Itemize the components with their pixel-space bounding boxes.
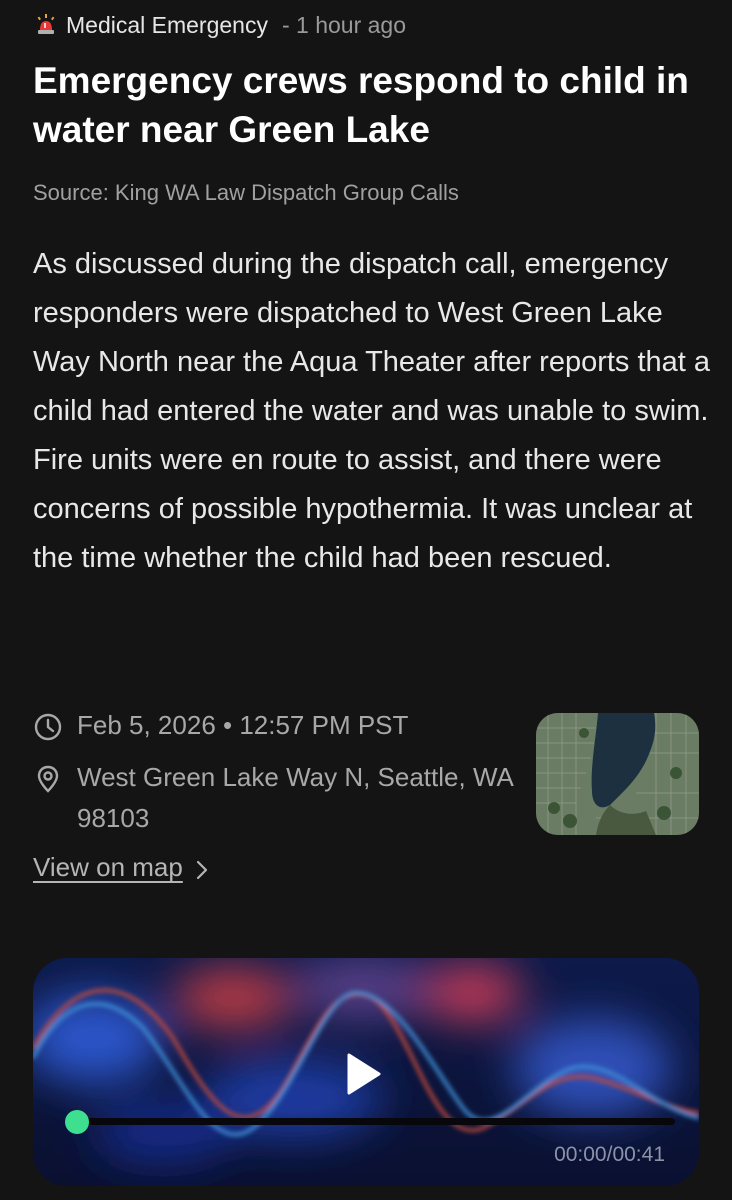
view-on-map-label: View on map — [33, 852, 183, 882]
date-time-text: Feb 5, 2026 • 12:57 PM PST — [77, 710, 409, 740]
article-body: As discussed during the dispatch call, e… — [33, 248, 711, 574]
time-display: 00:00/00:41 — [554, 1143, 665, 1166]
chevron-right-icon — [195, 857, 209, 879]
location-row: West Green Lake Way N, Seattle, WA 98103 — [33, 762, 517, 839]
progress-knob[interactable] — [65, 1110, 89, 1134]
audio-player: 00:00/00:41 — [33, 958, 699, 1186]
clock-icon — [33, 712, 63, 742]
article-source: Source: King WA Law Dispatch Group Calls — [33, 180, 459, 205]
siren-icon — [36, 14, 56, 36]
incident-detail-page: Medical Emergency - 1 hour ago Emergency… — [0, 0, 732, 1200]
play-button[interactable] — [333, 1046, 393, 1106]
play-icon — [343, 1052, 383, 1101]
article-headline: Emergency crews respond to child in wate… — [33, 60, 689, 150]
time-ago: - 1 hour ago — [281, 11, 406, 38]
date-time-row: Feb 5, 2026 • 12:57 PM PST — [33, 710, 408, 742]
view-on-map-link[interactable]: View on map — [33, 852, 209, 883]
location-text: West Green Lake Way N, Seattle, WA 98103 — [77, 762, 513, 833]
category-row: Medical Emergency - 1 hour ago — [36, 10, 406, 40]
progress-track[interactable] — [77, 1118, 675, 1125]
category-label: Medical Emergency — [66, 11, 268, 38]
location-pin-icon — [33, 764, 63, 794]
map-thumbnail[interactable] — [536, 713, 699, 835]
